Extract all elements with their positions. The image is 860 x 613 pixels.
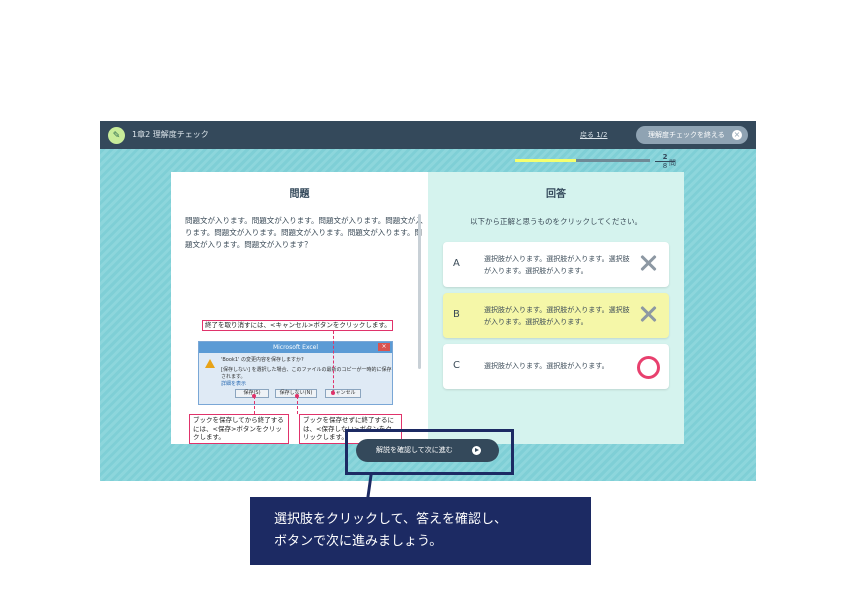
close-icon: × [732, 130, 742, 140]
next-button-label: 解説を確認して次に進む [376, 446, 453, 454]
cancel-callout: 終了を取り消すには、<キャンセル>ボタンをクリックします。 [202, 320, 393, 331]
incorrect-x-icon [637, 303, 659, 325]
progress-fill [515, 159, 576, 162]
progress-bar [515, 159, 650, 162]
correct-circle-icon [637, 356, 660, 379]
answer-instruction: 以下から正解と思うものをクリックしてください。 [469, 217, 643, 226]
choice-text: 選択肢が入ります。選択肢が入ります。 [484, 362, 609, 370]
question-unit: 問 [669, 159, 676, 167]
choice-letter: C [453, 360, 460, 371]
question-title: 問題 [289, 189, 310, 200]
question-panel: 問題 問題文が入ります。問題文が入ります。問題文が入ります。問題文が入ります。問… [171, 172, 428, 444]
answer-title: 回答 [546, 189, 566, 200]
dont-save-connector [297, 396, 298, 414]
choice-letter: A [453, 258, 460, 269]
dialog-title: Microsoft Excel [199, 342, 392, 353]
choice-text: 選択肢が入ります。選択肢が入ります。選択肢が入ります。選択肢が入ります。 [484, 306, 630, 326]
warning-icon [205, 359, 215, 368]
tip-line-2: ボタンで次に進みましょう。 [274, 534, 443, 549]
back-link[interactable]: 戻る 1/2 [580, 130, 608, 140]
tip-line-1: 選択肢をクリックして、答えを確認し、 [274, 512, 507, 527]
arrow-right-icon [472, 446, 481, 455]
cancel-connector [333, 331, 334, 393]
save-dot [252, 394, 256, 398]
choice-c[interactable]: C 選択肢が入ります。選択肢が入ります。 [443, 344, 669, 389]
choice-b[interactable]: B 選択肢が入ります。選択肢が入ります。選択肢が入ります。選択肢が入ります。 [443, 293, 669, 338]
next-button[interactable]: 解説を確認して次に進む [356, 439, 499, 462]
answer-panel: 回答 以下から正解と思うものをクリックしてください。 A 選択肢が入ります。選択… [428, 172, 684, 444]
choice-a[interactable]: A 選択肢が入ります。選択肢が入ります。選択肢が入ります。選択肢が入ります。 [443, 242, 669, 287]
dialog-message: 'Book1' の変更内容を保存しますか? [保存しない] を選択した場合、この… [221, 357, 392, 387]
choice-letter: B [453, 309, 460, 320]
question-text: 問題文が入ります。問題文が入ります。問題文が入ります。問題文が入ります。問題文が… [185, 216, 423, 249]
dont-save-dot [295, 394, 299, 398]
save-callout: ブックを保存してから終了するには、<保存>ボタンをクリックします。 [189, 414, 289, 444]
end-check-label: 理解度チェックを終える [648, 131, 725, 139]
top-bar: ✎ 1章2 理解度チェック 戻る 1/2 理解度チェックを終える × [100, 121, 756, 149]
quiz-app-window: ✎ 1章2 理解度チェック 戻る 1/2 理解度チェックを終える × 2 8 問… [100, 121, 756, 481]
breadcrumb: 1章2 理解度チェック [132, 130, 209, 139]
tip-callout: 選択肢をクリックして、答えを確認し、 ボタンで次に進みましょう。 [250, 497, 591, 565]
end-check-button[interactable]: 理解度チェックを終える × [636, 126, 748, 144]
incorrect-x-icon [637, 252, 659, 274]
logo-icon: ✎ [108, 127, 125, 144]
question-scrollbar[interactable] [418, 214, 421, 369]
cancel-dot [331, 391, 335, 395]
dialog-close-icon: × [378, 343, 390, 351]
save-connector [254, 396, 255, 414]
choice-text: 選択肢が入ります。選択肢が入ります。選択肢が入ります。選択肢が入ります。 [484, 255, 630, 275]
